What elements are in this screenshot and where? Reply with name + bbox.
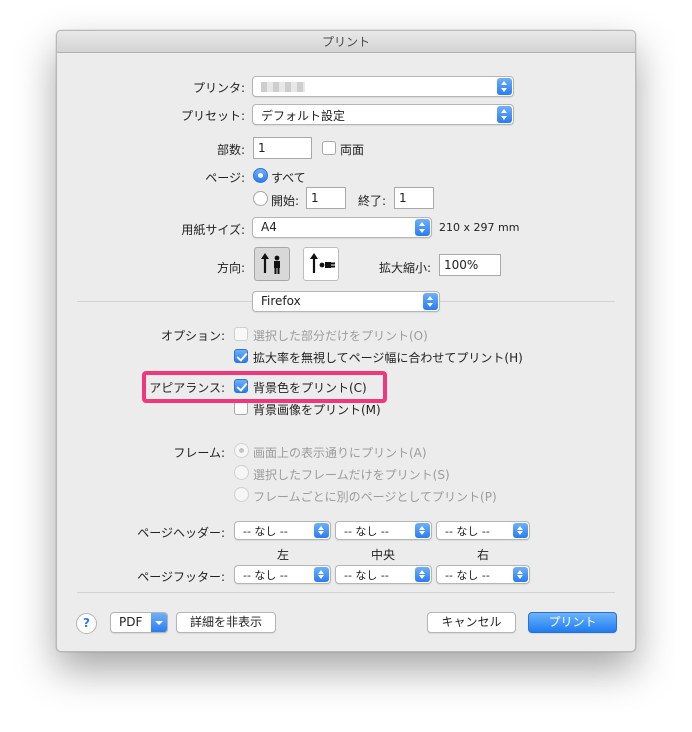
chevron-updown-icon — [497, 106, 512, 123]
footer-right-value: -- なし -- — [445, 569, 490, 582]
chevron-updown-icon — [415, 567, 430, 582]
header-center-popup[interactable]: -- なし -- — [335, 521, 432, 540]
column-label-left: 左 — [277, 548, 290, 562]
frames-label: フレーム: — [173, 446, 225, 460]
pages-from-label: 開始: — [271, 194, 300, 208]
scale-label: 拡大縮小: — [379, 261, 432, 275]
footer-center-value: -- なし -- — [344, 569, 389, 582]
header-right-value: -- なし -- — [445, 525, 490, 538]
frames-each-label: フレームごとに別のページとしてプリント(P) — [253, 490, 497, 504]
chevron-updown-icon — [513, 523, 528, 538]
shrink-to-fit-checkbox[interactable] — [234, 349, 248, 363]
duplex-label: 両面 — [340, 143, 365, 157]
orientation-portrait-button[interactable] — [254, 247, 290, 281]
preset-popup[interactable]: デフォルト設定 — [252, 104, 514, 125]
frames-selected-label: 選択したフレームだけをプリント(S) — [253, 468, 450, 482]
orientation-landscape-button[interactable] — [303, 247, 339, 281]
chevron-updown-icon — [423, 293, 438, 310]
window-title: プリント — [57, 31, 635, 53]
portrait-icon — [261, 253, 280, 274]
column-label-right: 右 — [477, 548, 490, 562]
header-center-value: -- なし -- — [344, 525, 389, 538]
printer-popup[interactable] — [252, 76, 514, 97]
pages-to-label: 終了: — [358, 194, 387, 208]
chevron-updown-icon — [513, 567, 528, 582]
paper-size-value: A4 — [261, 220, 277, 234]
footer-center-popup[interactable]: -- なし -- — [335, 565, 432, 584]
hide-details-button[interactable]: 詳細を非表示 — [176, 612, 276, 633]
chevron-updown-icon — [415, 523, 430, 538]
highlight-annotation — [142, 371, 387, 403]
pages-all-label: すべて — [271, 171, 306, 185]
pages-label: ページ: — [205, 171, 245, 185]
pages-all-radio[interactable] — [253, 168, 268, 183]
pages-from-field[interactable]: 1 — [306, 187, 346, 209]
bottom-separator — [77, 592, 615, 593]
options-label: オプション: — [160, 329, 225, 343]
print-dialog: プリント プリンタ: プリセット: デフォルト設定 部数: 1 両面 ページ: … — [56, 30, 636, 652]
help-button[interactable]: ? — [76, 613, 97, 634]
paper-size-popup[interactable]: A4 — [252, 217, 432, 238]
pdf-menu-button[interactable]: PDF — [110, 612, 168, 633]
print-bg-images-label: 背景画像をプリント(M) — [253, 403, 381, 417]
section-value: Firefox — [261, 294, 301, 308]
scale-field[interactable]: 100% — [439, 254, 501, 276]
copies-field[interactable]: 1 — [253, 137, 312, 159]
cancel-button[interactable]: キャンセル — [427, 612, 516, 633]
pdf-label: PDF — [119, 615, 143, 629]
footer-label: ページフッター: — [137, 570, 225, 584]
paper-size-label: 用紙サイズ: — [181, 223, 245, 237]
printer-label: プリンタ: — [192, 81, 245, 95]
chevron-down-icon — [151, 613, 167, 632]
footer-left-popup[interactable]: -- なし -- — [234, 565, 331, 584]
preset-value: デフォルト設定 — [261, 109, 346, 123]
footer-right-popup[interactable]: -- なし -- — [436, 565, 530, 584]
footer-left-value: -- なし -- — [243, 569, 288, 582]
orientation-label: 方向: — [216, 261, 245, 275]
print-selection-label: 選択した部分だけをプリント(O) — [253, 329, 428, 343]
print-bg-images-checkbox[interactable] — [234, 401, 248, 415]
frames-as-on-screen-radio[interactable] — [234, 443, 249, 458]
pages-range-radio[interactable] — [253, 191, 268, 206]
paper-dimensions: 210 x 297 mm — [439, 221, 520, 234]
header-left-value: -- なし -- — [243, 525, 288, 538]
chevron-updown-icon — [314, 567, 329, 582]
chevron-updown-icon — [497, 78, 512, 95]
printer-name-redacted — [261, 82, 305, 92]
landscape-icon — [310, 253, 335, 273]
column-label-center: 中央 — [371, 548, 396, 562]
section-popup[interactable]: Firefox — [252, 291, 440, 312]
print-selection-checkbox[interactable] — [234, 327, 248, 341]
frames-each-radio[interactable] — [234, 487, 249, 502]
frames-as-on-screen-label: 画面上の表示通りにプリント(A) — [253, 446, 427, 460]
header-right-popup[interactable]: -- なし -- — [436, 521, 530, 540]
pages-to-field[interactable]: 1 — [394, 187, 434, 209]
chevron-updown-icon — [415, 219, 430, 236]
duplex-checkbox[interactable] — [322, 141, 336, 155]
header-left-popup[interactable]: -- なし -- — [234, 521, 331, 540]
print-button[interactable]: プリント — [528, 612, 617, 633]
header-label: ページヘッダー: — [137, 526, 225, 540]
frames-selected-radio[interactable] — [234, 465, 249, 480]
preset-label: プリセット: — [180, 109, 245, 123]
copies-label: 部数: — [216, 143, 245, 157]
shrink-to-fit-label: 拡大率を無視してページ幅に合わせてプリント(H) — [253, 351, 523, 365]
chevron-updown-icon — [314, 523, 329, 538]
